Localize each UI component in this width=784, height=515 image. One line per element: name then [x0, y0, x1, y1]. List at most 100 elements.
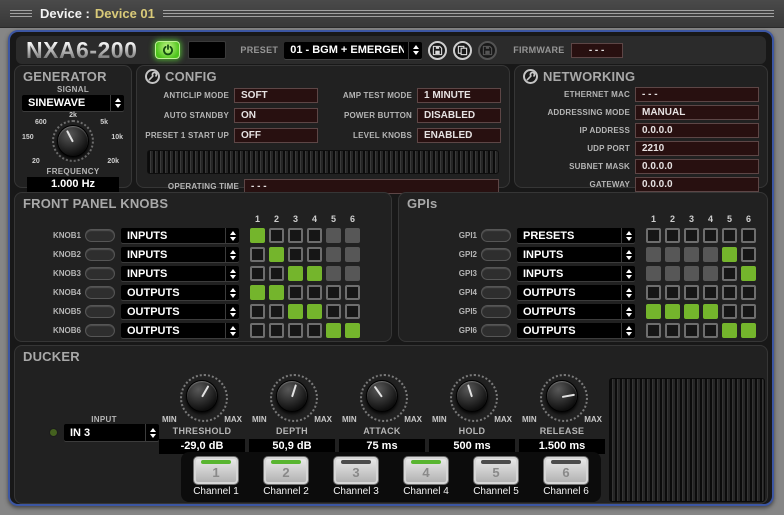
routing-cell[interactable] [326, 247, 341, 262]
routing-cell[interactable] [722, 323, 737, 338]
routing-cell[interactable] [646, 247, 661, 262]
routing-cell[interactable] [722, 247, 737, 262]
routing-cell[interactable] [684, 247, 699, 262]
preset-select[interactable]: 01 - BGM + EMERGENCY [284, 42, 422, 59]
routing-cell[interactable] [250, 266, 265, 281]
gpi-mode-select[interactable]: OUTPUTS [517, 285, 635, 300]
routing-cell[interactable] [307, 247, 322, 262]
gpi-row-button[interactable] [481, 305, 511, 318]
routing-cell[interactable] [288, 247, 303, 262]
knob-mode-select[interactable]: INPUTS [121, 228, 239, 243]
channel-6-button[interactable]: 6 [543, 456, 589, 485]
routing-cell[interactable] [684, 323, 699, 338]
routing-cell[interactable] [250, 304, 265, 319]
routing-cell[interactable] [684, 266, 699, 281]
routing-cell[interactable] [345, 285, 360, 300]
routing-cell[interactable] [250, 228, 265, 243]
gpi-row-button[interactable] [481, 324, 511, 337]
routing-cell[interactable] [741, 285, 756, 300]
routing-cell[interactable] [288, 304, 303, 319]
routing-cell[interactable] [307, 266, 322, 281]
knob-row-button[interactable] [85, 305, 115, 318]
gpi-row-button[interactable] [481, 267, 511, 280]
hold-knob[interactable] [456, 380, 488, 412]
frequency-knob[interactable] [57, 125, 89, 157]
channel-5-button[interactable]: 5 [473, 456, 519, 485]
routing-cell[interactable] [741, 323, 756, 338]
routing-cell[interactable] [741, 266, 756, 281]
routing-cell[interactable] [646, 285, 661, 300]
routing-cell[interactable] [269, 266, 284, 281]
knob-row-button[interactable] [85, 324, 115, 337]
routing-cell[interactable] [288, 285, 303, 300]
routing-cell[interactable] [326, 285, 341, 300]
channel-1-button[interactable]: 1 [193, 456, 239, 485]
routing-cell[interactable] [307, 285, 322, 300]
channel-2-button[interactable]: 2 [263, 456, 309, 485]
routing-cell[interactable] [250, 285, 265, 300]
routing-cell[interactable] [665, 228, 680, 243]
gpi-mode-select[interactable]: PRESETS [517, 228, 635, 243]
routing-cell[interactable] [307, 304, 322, 319]
routing-cell[interactable] [703, 304, 718, 319]
knob-mode-select[interactable]: INPUTS [121, 266, 239, 281]
routing-cell[interactable] [665, 323, 680, 338]
routing-cell[interactable] [345, 247, 360, 262]
routing-cell[interactable] [250, 323, 265, 338]
routing-cell[interactable] [345, 304, 360, 319]
routing-cell[interactable] [741, 247, 756, 262]
routing-cell[interactable] [684, 228, 699, 243]
gpi-mode-select[interactable]: OUTPUTS [517, 323, 635, 338]
routing-cell[interactable] [269, 228, 284, 243]
networking-settings-button[interactable] [523, 69, 538, 84]
routing-cell[interactable] [269, 247, 284, 262]
knob-row-button[interactable] [85, 267, 115, 280]
routing-cell[interactable] [307, 323, 322, 338]
knob-mode-select[interactable]: OUTPUTS [121, 285, 239, 300]
knob-row-button[interactable] [85, 286, 115, 299]
power-button[interactable] [155, 41, 180, 59]
routing-cell[interactable] [269, 304, 284, 319]
knob-mode-select[interactable]: OUTPUTS [121, 304, 239, 319]
knob-row-button[interactable] [85, 229, 115, 242]
routing-cell[interactable] [703, 285, 718, 300]
routing-cell[interactable] [684, 304, 699, 319]
gpi-row-button[interactable] [481, 229, 511, 242]
gpi-mode-select[interactable]: INPUTS [517, 247, 635, 262]
gpi-mode-select[interactable]: OUTPUTS [517, 304, 635, 319]
routing-cell[interactable] [646, 304, 661, 319]
routing-cell[interactable] [288, 228, 303, 243]
knob-row-button[interactable] [85, 248, 115, 261]
routing-cell[interactable] [703, 266, 718, 281]
routing-cell[interactable] [326, 304, 341, 319]
gpi-mode-select[interactable]: INPUTS [517, 266, 635, 281]
save-preset-button[interactable] [428, 41, 447, 60]
routing-cell[interactable] [345, 266, 360, 281]
copy-preset-button[interactable] [453, 41, 472, 60]
attack-knob[interactable] [366, 380, 398, 412]
routing-cell[interactable] [665, 266, 680, 281]
routing-cell[interactable] [326, 266, 341, 281]
release-knob[interactable] [546, 380, 578, 412]
routing-cell[interactable] [646, 266, 661, 281]
routing-cell[interactable] [269, 323, 284, 338]
routing-cell[interactable] [722, 228, 737, 243]
routing-cell[interactable] [703, 247, 718, 262]
routing-cell[interactable] [288, 323, 303, 338]
routing-cell[interactable] [326, 323, 341, 338]
routing-cell[interactable] [665, 247, 680, 262]
routing-cell[interactable] [722, 304, 737, 319]
signal-select[interactable]: SINEWAVE [22, 95, 124, 111]
routing-cell[interactable] [741, 304, 756, 319]
gpi-row-button[interactable] [481, 286, 511, 299]
routing-cell[interactable] [646, 323, 661, 338]
routing-cell[interactable] [288, 266, 303, 281]
depth-knob[interactable] [276, 380, 308, 412]
routing-cell[interactable] [722, 266, 737, 281]
routing-cell[interactable] [741, 228, 756, 243]
routing-cell[interactable] [307, 228, 322, 243]
paste-preset-button[interactable] [478, 41, 497, 60]
routing-cell[interactable] [703, 228, 718, 243]
knob-mode-select[interactable]: OUTPUTS [121, 323, 239, 338]
threshold-knob[interactable] [186, 380, 218, 412]
